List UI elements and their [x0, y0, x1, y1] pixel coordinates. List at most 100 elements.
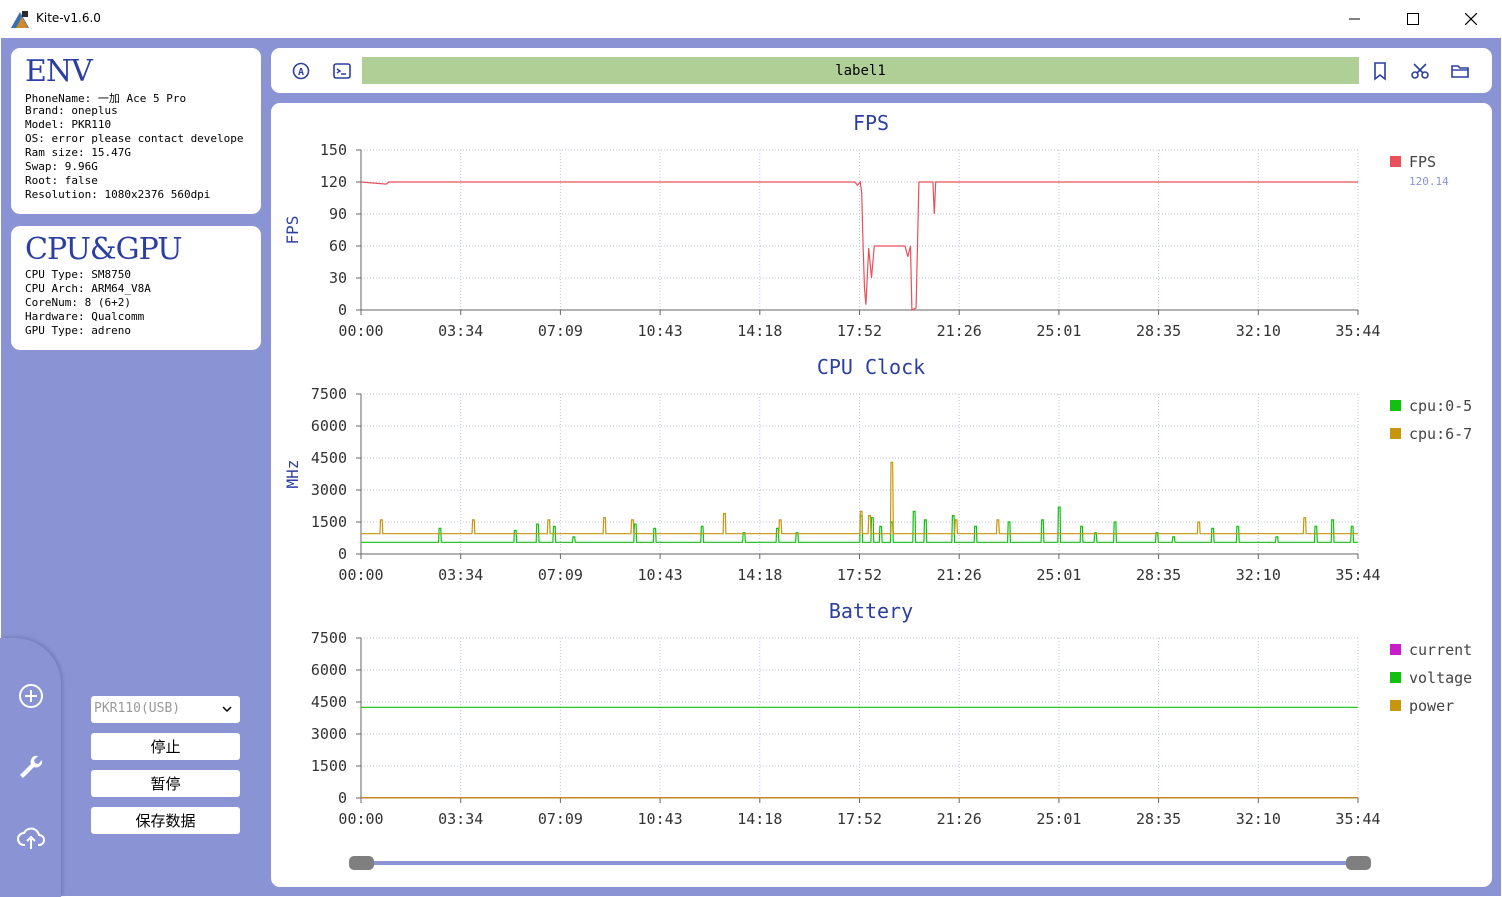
x-tick-label: 32:10 [1236, 810, 1281, 828]
x-tick-label: 14:18 [737, 566, 782, 584]
x-tick-label: 00:00 [338, 810, 383, 828]
y-tick-label: 0 [338, 545, 347, 563]
legend-swatch [1390, 644, 1401, 655]
maximize-icon [1407, 13, 1419, 25]
y-tick-label: 3000 [311, 725, 347, 743]
x-tick-label: 32:10 [1236, 566, 1281, 584]
cpugpu-title: CPU&GPU [25, 232, 183, 267]
y-tick-label: 90 [329, 205, 347, 223]
legend-current-value: 120.14 [1409, 175, 1449, 188]
time-range-slider[interactable] [345, 852, 1380, 874]
legend-swatch [1390, 400, 1401, 411]
x-tick-label: 35:44 [1335, 322, 1380, 340]
close-icon [1465, 13, 1477, 25]
close-button[interactable] [1442, 0, 1500, 38]
x-tick-label: 35:44 [1335, 566, 1380, 584]
env-card: ENV PhoneName: 一加 Ace 5 Pro Brand: onepl… [11, 48, 261, 214]
y-tick-label: 30 [329, 269, 347, 287]
y-tick-label: 7500 [311, 385, 347, 403]
y-tick-label: 3000 [311, 481, 347, 499]
x-tick-label: 28:35 [1136, 566, 1181, 584]
y-tick-label: 120 [320, 173, 347, 191]
env-line: Root: false [25, 174, 98, 187]
slider-track [355, 861, 1365, 865]
chart-title: Battery [829, 599, 913, 623]
x-tick-label: 21:26 [937, 322, 982, 340]
cpugpu-card: CPU&GPU CPU Type: SM8750 CPU Arch: ARM64… [11, 226, 261, 350]
env-line: Swap: 9.96G [25, 160, 98, 173]
x-tick-label: 17:52 [837, 566, 882, 584]
cpugpu-line: CPU Type: SM8750 [25, 268, 131, 281]
x-tick-label: 28:35 [1136, 810, 1181, 828]
env-line: Ram size: 15.47G [25, 146, 131, 159]
legend-label: cpu:6-7 [1409, 425, 1472, 443]
x-tick-label: 10:43 [638, 566, 683, 584]
x-tick-label: 10:43 [638, 810, 683, 828]
y-tick-label: 0 [338, 301, 347, 319]
folder-icon[interactable] [1450, 61, 1470, 81]
legend-label: current [1409, 641, 1472, 659]
y-tick-label: 1500 [311, 513, 347, 531]
env-line: OS: error please contact develope [25, 132, 244, 145]
x-tick-label: 00:00 [338, 566, 383, 584]
save-data-button[interactable]: 保存数据 [91, 807, 240, 834]
y-tick-label: 0 [338, 789, 347, 807]
x-tick-label: 25:01 [1036, 566, 1081, 584]
y-tick-label: 150 [320, 141, 347, 159]
minimize-icon [1349, 18, 1360, 20]
x-tick-label: 14:18 [737, 322, 782, 340]
y-axis-label: FPS [283, 216, 302, 245]
slider-handle-start[interactable] [349, 856, 374, 870]
x-tick-label: 21:26 [937, 810, 982, 828]
sidebar-tab [0, 638, 61, 897]
legend-swatch [1390, 156, 1401, 167]
minimize-button[interactable] [1326, 0, 1384, 38]
device-select[interactable]: PKR110(USB) [91, 696, 240, 723]
chevron-down-icon [222, 706, 232, 713]
env-line: Resolution: 1080x2376 560dpi [25, 188, 211, 201]
y-tick-label: 6000 [311, 417, 347, 435]
charts-svg: FPS FPS 0 30 60 90 120 150 00:00 03:34 07:09 10:43 1… [283, 111, 1472, 828]
x-tick-label: 32:10 [1236, 322, 1281, 340]
chart-title: FPS [853, 111, 889, 135]
cpugpu-line: CPU Arch: ARM64_V8A [25, 282, 151, 295]
legend-label: FPS [1409, 153, 1436, 171]
x-tick-label: 17:52 [837, 810, 882, 828]
legend-label: cpu:0-5 [1409, 397, 1472, 415]
legend-label: voltage [1409, 669, 1472, 687]
x-tick-label: 07:09 [538, 566, 583, 584]
pause-button[interactable]: 暂停 [91, 770, 240, 797]
env-line: Model: PKR110 [25, 118, 112, 131]
terminal-icon[interactable] [332, 61, 352, 81]
scissors-icon[interactable] [1410, 61, 1430, 81]
y-tick-label: 4500 [311, 449, 347, 467]
x-tick-label: 14:18 [737, 810, 782, 828]
device-select-value: PKR110(USB) [94, 701, 181, 716]
label-bar[interactable]: label1 [362, 57, 1359, 84]
cloud-upload-icon[interactable] [16, 823, 46, 853]
wrench-icon[interactable] [16, 752, 46, 782]
x-tick-label: 17:52 [837, 322, 882, 340]
x-tick-label: 25:01 [1036, 810, 1081, 828]
add-circle-icon[interactable] [16, 681, 46, 711]
window-titlebar: Kite-v1.6.0 [0, 0, 1502, 38]
x-tick-label: 03:34 [438, 322, 483, 340]
y-axis-label: MHz [283, 460, 302, 489]
y-tick-label: 6000 [311, 661, 347, 679]
stop-button[interactable]: 停止 [91, 733, 240, 760]
cpugpu-line: GPU Type: adreno [25, 324, 131, 337]
x-tick-label: 35:44 [1335, 810, 1380, 828]
chart-title: CPU Clock [817, 355, 925, 379]
slider-handle-end[interactable] [1346, 856, 1371, 870]
window-title: Kite-v1.6.0 [36, 11, 101, 25]
chart-panel: FPS FPS 0 30 60 90 120 150 00:00 03:34 07:09 10:43 1… [271, 103, 1492, 887]
bookmark-icon[interactable] [1370, 61, 1390, 81]
legend-swatch [1390, 700, 1401, 711]
auto-icon[interactable]: A [291, 61, 311, 81]
y-tick-label: 60 [329, 237, 347, 255]
x-tick-label: 28:35 [1136, 322, 1181, 340]
app-logo-icon [11, 11, 29, 28]
x-tick-label: 03:34 [438, 810, 483, 828]
x-tick-label: 07:09 [538, 322, 583, 340]
maximize-button[interactable] [1384, 0, 1442, 38]
